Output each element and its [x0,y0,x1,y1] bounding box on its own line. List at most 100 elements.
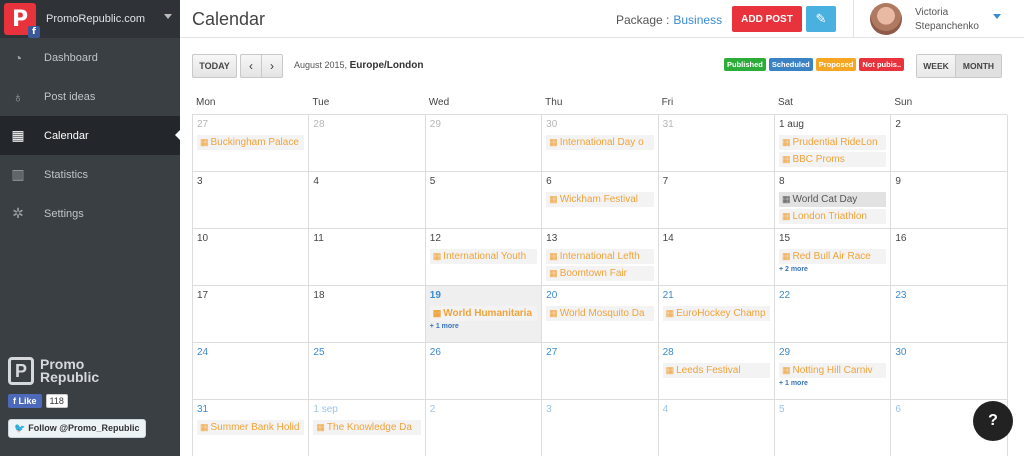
day-cell[interactable]: 3 [542,400,659,456]
calendar-event[interactable]: ▦ International Youth [429,249,538,264]
day-cell[interactable]: 17 [193,286,310,343]
day-cell[interactable]: 12 ▦ International Youth [425,229,543,286]
chevron-down-icon[interactable] [164,14,172,19]
calendar-event[interactable]: ▦ Prudential RideLon [778,135,887,150]
day-cell[interactable]: 21 ▦ EuroHockey Champ [658,286,775,343]
chevron-down-icon[interactable] [993,14,1001,19]
day-cell[interactable]: 27 [542,343,659,400]
brush-icon[interactable]: ✎ [806,6,836,32]
account-switcher[interactable]: Pf PromoRepublic.com [0,0,180,38]
day-cell[interactable]: 31 [658,115,775,172]
day-cell[interactable]: 5 [775,400,892,456]
sidebar-item-settings[interactable]: ✲ Settings [0,194,180,233]
day-cell[interactable]: 5 [425,172,543,229]
calendar-event[interactable]: ▦ Boomtown Fair [546,266,654,281]
day-cell[interactable]: 30 [891,343,1008,400]
facebook-like-button[interactable]: f Like [8,394,42,408]
weekday-label: Fri [661,97,674,108]
day-cell[interactable]: 19 ▦ World Humanitaria + 1 more [425,286,543,343]
view-toggle: WEEK MONTH [916,54,1002,78]
calendar-event[interactable]: ▦ World Cat Day [778,192,887,207]
calendar-event[interactable]: ▦ World Mosquito Da [546,306,654,321]
day-cell[interactable]: 9 [891,172,1008,229]
user-name[interactable]: Victoria Stepanchenko [915,6,979,34]
calendar-event[interactable]: ▦ Notting Hill Carniv [778,363,887,378]
calendar-event[interactable]: ▦ World Humanitaria [429,306,538,321]
calendar-event[interactable]: ▦ Wickham Festival [546,192,654,207]
sidebar-item-post-ideas[interactable]: ♁ Post ideas [0,77,180,116]
help-button[interactable]: ? [973,401,1013,441]
calendar-event[interactable]: ▦ International Lefth [546,249,654,264]
day-cell[interactable]: 3 [193,172,310,229]
day-cell[interactable]: 2 [891,115,1008,172]
day-cell[interactable]: 20 ▦ World Mosquito Da [542,286,659,343]
day-cell[interactable]: 13 ▦ International Lefth ▦ Boomtown Fair [542,229,659,286]
event-title: EuroHockey Champ [676,308,766,319]
calendar-event[interactable]: ▦ Summer Bank Holid [197,420,305,435]
month-view-button[interactable]: MONTH [955,55,1001,77]
day-cell[interactable]: 28 [309,115,426,172]
day-number: 5 [429,176,436,187]
day-cell[interactable]: 10 [193,229,310,286]
day-cell[interactable]: 27 ▦ Buckingham Palace [193,115,310,172]
day-cell[interactable]: 1 sep ▦ The Knowledge Da [309,400,426,456]
calendar-event[interactable]: ▦ Leeds Festival [662,363,770,378]
week-view-button[interactable]: WEEK [917,55,955,77]
calendar-event[interactable]: ▦ Red Bull Air Race [778,249,887,264]
day-cell[interactable]: 31 ▦ Summer Bank Holid [193,400,310,456]
add-post-button[interactable]: ADD POST [732,6,802,32]
calendar-event[interactable]: ▦ EuroHockey Champ [662,306,770,321]
legend-not-published[interactable]: Not pubis.. [859,58,905,71]
sidebar-item-statistics[interactable]: ▥ Statistics [0,155,180,194]
legend-proposed[interactable]: Proposed [815,58,857,71]
day-cell[interactable]: 29 [425,115,543,172]
calendar-event[interactable]: ▦ London Triathlon [778,209,887,224]
calendar-event[interactable]: ▦ The Knowledge Da [313,420,421,435]
today-button[interactable]: TODAY [192,54,237,78]
prev-month-button[interactable]: ‹ [240,54,262,78]
day-cell[interactable]: 16 [891,229,1008,286]
day-cell[interactable]: 11 [309,229,426,286]
twitter-follow-button[interactable]: 🐦 Follow @Promo_Republic [8,419,146,438]
day-cell[interactable]: 29 ▦ Notting Hill Carniv + 1 more [774,343,892,400]
day-cell[interactable]: 2 [426,400,543,456]
day-cell[interactable]: 28 ▦ Leeds Festival [658,343,775,400]
day-cell[interactable]: 7 [658,172,775,229]
day-cell[interactable]: 23 [891,286,1008,343]
package-value-link[interactable]: Business [673,13,722,27]
next-month-button[interactable]: › [261,54,283,78]
calendar-event[interactable]: ▦ International Day o [546,135,654,150]
day-cell[interactable]: 22 [774,286,892,343]
day-number: 1 aug [778,119,804,130]
day-cell[interactable]: 14 [658,229,775,286]
calendar-icon: ▦ [781,251,791,261]
facebook-icon: f [28,26,40,38]
weekday-label: Mon [196,97,216,108]
avatar[interactable] [870,3,902,35]
more-events-link[interactable]: + 1 more [430,323,537,330]
sidebar-item-calendar[interactable]: ▦ Calendar [0,116,180,155]
day-cell[interactable]: 1 aug ▦ Prudential RideLon ▦ BBC Proms [774,115,892,172]
account-name: PromoRepublic.com [46,13,146,25]
sidebar-item-dashboard[interactable]: ◔ Dashboard [0,38,180,77]
more-events-link[interactable]: + 1 more [779,380,886,387]
day-cell[interactable]: 30 ▦ International Day o [542,115,659,172]
legend-published[interactable]: Published [724,58,766,71]
day-cell[interactable]: 6 ▦ Wickham Festival [542,172,659,229]
day-cell[interactable]: 4 [659,400,775,456]
calendar-event[interactable]: ▦ BBC Proms [778,152,887,167]
day-cell[interactable]: 18 [309,286,426,343]
day-number: 15 [778,233,791,244]
legend-scheduled[interactable]: Scheduled [768,58,813,71]
day-cell[interactable]: 24 [193,343,310,400]
calendar-icon: ▦ [549,308,558,318]
day-cell[interactable]: 25 [309,343,426,400]
more-events-link[interactable]: + 2 more [779,266,886,273]
day-cell[interactable]: 26 [425,343,543,400]
day-cell[interactable]: 4 [309,172,426,229]
sidebar: Pf PromoRepublic.com ◔ Dashboard ♁ Post … [0,0,180,456]
calendar-event[interactable]: ▦ Buckingham Palace [197,135,305,150]
facebook-like-widget[interactable]: f Like 118 [8,394,68,408]
day-cell[interactable]: 8 ▦ World Cat Day ▦ London Triathlon [774,172,892,229]
day-cell[interactable]: 15 ▦ Red Bull Air Race + 2 more [774,229,892,286]
